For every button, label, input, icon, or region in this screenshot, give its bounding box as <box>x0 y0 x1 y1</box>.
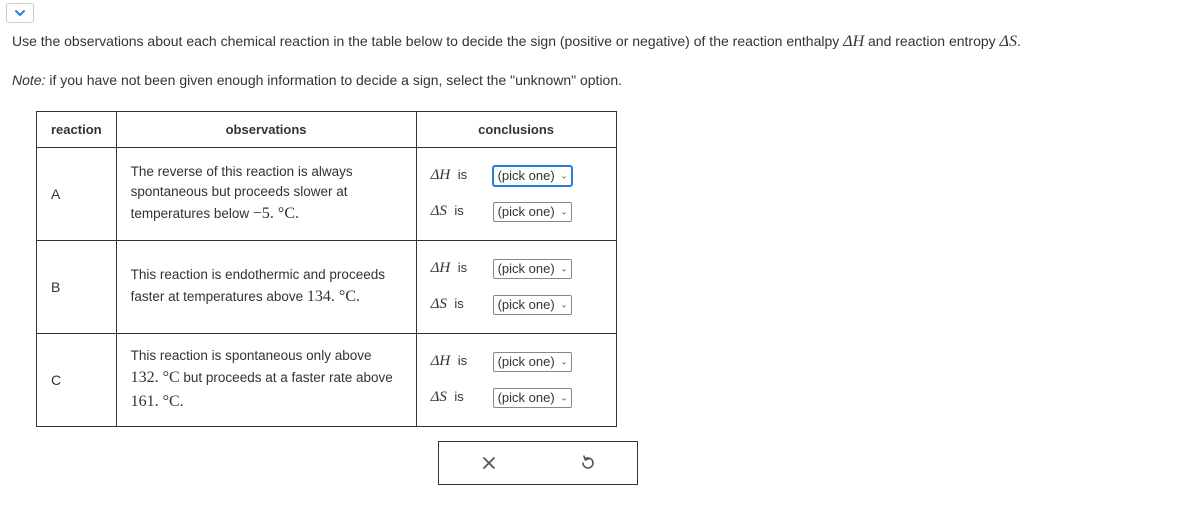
table-row: B This reaction is endothermic and proce… <box>37 240 617 333</box>
delta-h-label: ΔH is <box>431 167 483 184</box>
collapse-toggle[interactable] <box>6 3 34 23</box>
header-conclusions: conclusions <box>416 111 616 147</box>
table-row: C This reaction is spontaneous only abov… <box>37 333 617 426</box>
delta-h-select-a[interactable]: (pick one)⌄ <box>493 166 572 186</box>
note-text: Note: if you have not been given enough … <box>12 69 1192 91</box>
chevron-down-icon: ⌄ <box>560 263 568 274</box>
delta-s-label: ΔS is <box>431 389 483 406</box>
conclusion-cell: ΔH is (pick one)⌄ ΔS is (pick one)⌄ <box>416 147 616 240</box>
chevron-down-icon: ⌄ <box>560 170 568 181</box>
reaction-id: C <box>37 333 117 426</box>
instruction-text: Use the observations about each chemical… <box>12 29 1192 55</box>
conclusion-cell: ΔH is (pick one)⌄ ΔS is (pick one)⌄ <box>416 240 616 333</box>
table-row: A The reverse of this reaction is always… <box>37 147 617 240</box>
delta-s-label: ΔS is <box>431 203 483 220</box>
observation-cell: The reverse of this reaction is always s… <box>116 147 416 240</box>
chevron-down-icon: ⌄ <box>560 392 568 403</box>
close-icon <box>481 455 497 471</box>
conclusion-cell: ΔH is (pick one)⌄ ΔS is (pick one)⌄ <box>416 333 616 426</box>
delta-s-select-b[interactable]: (pick one)⌄ <box>493 295 572 315</box>
chevron-down-icon: ⌄ <box>560 356 568 367</box>
header-reaction: reaction <box>37 111 117 147</box>
reset-icon <box>579 454 597 472</box>
delta-h-label: ΔH is <box>431 260 483 277</box>
reaction-table: reaction observations conclusions A The … <box>36 111 617 427</box>
close-button[interactable] <box>475 449 503 477</box>
reset-button[interactable] <box>574 449 602 477</box>
reaction-id: A <box>37 147 117 240</box>
header-observations: observations <box>116 111 416 147</box>
chevron-down-icon: ⌄ <box>560 299 568 310</box>
observation-cell: This reaction is spontaneous only above … <box>116 333 416 426</box>
chevron-down-icon <box>14 7 26 19</box>
delta-h-label: ΔH is <box>431 353 483 370</box>
chevron-down-icon: ⌄ <box>560 206 568 217</box>
observation-cell: This reaction is endothermic and proceed… <box>116 240 416 333</box>
delta-s-select-a[interactable]: (pick one)⌄ <box>493 202 572 222</box>
delta-s-label: ΔS is <box>431 296 483 313</box>
action-box <box>438 441 638 485</box>
delta-h-select-c[interactable]: (pick one)⌄ <box>493 352 572 372</box>
delta-s-select-c[interactable]: (pick one)⌄ <box>493 388 572 408</box>
reaction-id: B <box>37 240 117 333</box>
delta-h-select-b[interactable]: (pick one)⌄ <box>493 259 572 279</box>
